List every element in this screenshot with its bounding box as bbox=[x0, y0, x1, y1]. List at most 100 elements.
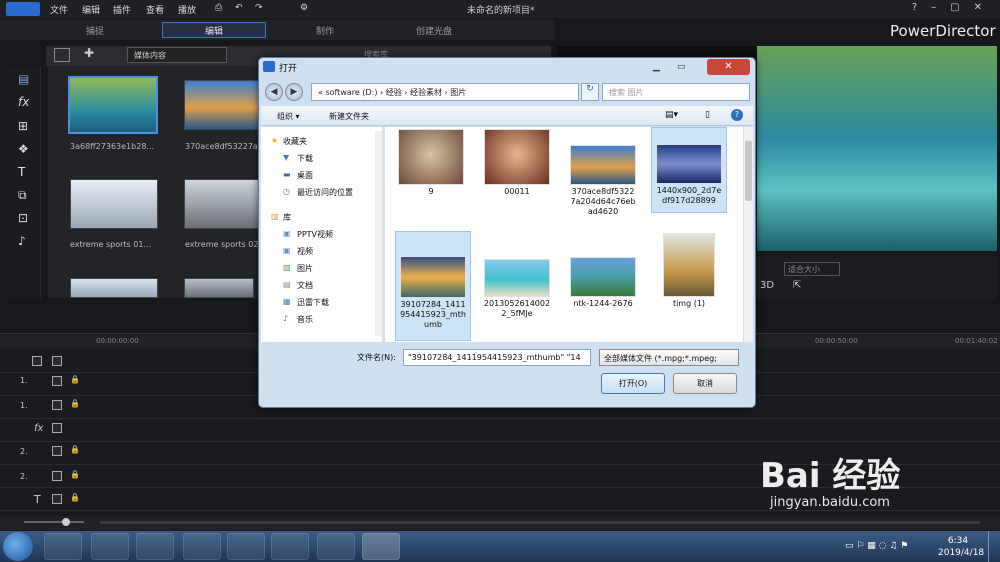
track-checkbox[interactable] bbox=[52, 423, 62, 433]
lock-icon[interactable]: 🔒 bbox=[70, 470, 80, 479]
zoom-slider-handle[interactable] bbox=[62, 518, 70, 526]
maximize-icon[interactable]: ▭ bbox=[677, 62, 686, 72]
library-thumb[interactable] bbox=[70, 278, 158, 298]
nav-scrollbar[interactable] bbox=[375, 131, 382, 336]
lock-icon[interactable]: 🔒 bbox=[70, 445, 80, 454]
pip-room-icon[interactable]: ⊞ bbox=[18, 119, 28, 133]
track-checkbox[interactable] bbox=[52, 446, 62, 456]
explorer-icon[interactable] bbox=[136, 533, 174, 560]
file-item[interactable]: ntk-1244-2676 bbox=[565, 231, 641, 309]
track-row[interactable] bbox=[0, 419, 1000, 442]
track-checkbox[interactable] bbox=[52, 471, 62, 481]
organize-button[interactable]: 组织 ▾ bbox=[277, 111, 300, 122]
plugin-icon[interactable]: ✚ bbox=[84, 46, 94, 60]
tab-produce[interactable]: 制作 bbox=[316, 24, 334, 37]
fx-room-icon[interactable]: fx bbox=[18, 95, 29, 109]
nav-item-desktop[interactable]: 桌面 bbox=[297, 170, 313, 181]
nav-favorites[interactable]: 收藏夹 bbox=[283, 136, 307, 147]
taskbar-app-icon[interactable] bbox=[44, 533, 82, 560]
nav-item-pptv[interactable]: PPTV视频 bbox=[297, 229, 333, 240]
filetype-select[interactable]: 全部媒体文件 (*.mpg;*.mpeg; bbox=[599, 349, 739, 366]
nav-item-pictures[interactable]: 图片 bbox=[297, 263, 313, 274]
nav-item-recent[interactable]: 最近访问的位置 bbox=[297, 187, 353, 198]
window-controls[interactable]: ?–▢✕ bbox=[912, 2, 996, 13]
mode-3d-button[interactable]: 3D bbox=[760, 280, 774, 291]
qq-icon[interactable] bbox=[91, 533, 129, 560]
forward-icon[interactable]: ▶ bbox=[285, 83, 303, 101]
media-room-icon[interactable]: ▤ bbox=[18, 72, 29, 86]
save-icon[interactable]: ⎙ bbox=[215, 3, 222, 13]
nav-item-music[interactable]: 音乐 bbox=[297, 314, 313, 325]
nav-item-thunder[interactable]: 迅雷下载 bbox=[297, 297, 329, 308]
import-icon[interactable] bbox=[54, 48, 70, 62]
tab-edit[interactable]: 编辑 bbox=[205, 24, 223, 37]
new-folder-button[interactable]: 新建文件夹 bbox=[329, 111, 369, 122]
nav-item-documents[interactable]: 文档 bbox=[297, 280, 313, 291]
library-thumb[interactable] bbox=[184, 278, 254, 298]
open-button[interactable]: 打开(O) bbox=[601, 373, 665, 394]
help-icon[interactable]: ? bbox=[731, 109, 743, 121]
firefox-icon[interactable] bbox=[183, 533, 221, 560]
undock-icon[interactable]: ⇱ bbox=[793, 280, 801, 291]
mic-icon[interactable]: ♪ bbox=[18, 234, 26, 248]
track-checkbox[interactable] bbox=[52, 356, 62, 366]
transition-room-icon[interactable]: ⧉ bbox=[18, 188, 27, 203]
file-item-selected[interactable]: 39107284_1411 954415923_mth umb bbox=[395, 231, 471, 341]
search-input[interactable]: 搜索 图片 bbox=[602, 83, 750, 101]
fit-size-dropdown[interactable]: 适合大小 bbox=[784, 262, 840, 276]
taskbar-app-icon[interactable] bbox=[271, 533, 309, 560]
particle-room-icon[interactable]: ❖ bbox=[18, 142, 29, 156]
file-item[interactable]: 9 bbox=[393, 127, 469, 197]
title-room-icon[interactable]: T bbox=[18, 165, 25, 179]
menu-edit[interactable]: 编辑 bbox=[82, 3, 100, 16]
minimize-icon[interactable]: ▁ bbox=[653, 62, 660, 72]
lock-icon[interactable]: 🔒 bbox=[70, 375, 80, 384]
filename-input[interactable]: "39107284_1411954415923_mthumb" "14 bbox=[403, 349, 591, 366]
library-thumb[interactable] bbox=[70, 179, 158, 229]
back-icon[interactable]: ◀ bbox=[265, 83, 283, 101]
menu-play[interactable]: 播放 bbox=[178, 3, 196, 16]
menu-file[interactable]: 文件 bbox=[50, 3, 68, 16]
file-item[interactable]: 370ace8df5322 7a204d64c76eb ad4620 bbox=[565, 127, 641, 217]
scrollbar-thumb[interactable] bbox=[745, 141, 752, 201]
nav-library[interactable]: 库 bbox=[283, 212, 291, 223]
address-bar[interactable]: « software (D:) › 经验 › 经验素材 › 图片 bbox=[311, 83, 579, 101]
nav-item-video[interactable]: 视频 bbox=[297, 246, 313, 257]
file-item-selected[interactable]: 1440x900_2d7e df917d28899 bbox=[651, 127, 727, 213]
track-checkbox[interactable] bbox=[32, 356, 42, 366]
powerdirector-taskbar-icon[interactable] bbox=[362, 533, 400, 560]
file-item[interactable]: 00011 bbox=[479, 127, 555, 197]
menu-plugins[interactable]: 插件 bbox=[113, 3, 131, 16]
app-logo-icon[interactable] bbox=[6, 2, 40, 16]
record-icon[interactable] bbox=[317, 533, 355, 560]
subtitle-room-icon[interactable]: ⊡ bbox=[18, 211, 28, 225]
track-checkbox[interactable] bbox=[52, 400, 62, 410]
show-desktop-button[interactable] bbox=[988, 531, 1000, 562]
cancel-button[interactable]: 取消 bbox=[673, 373, 737, 394]
track-checkbox[interactable] bbox=[52, 376, 62, 386]
clock[interactable]: 6:34 2019/4/18 bbox=[938, 535, 984, 559]
file-item[interactable]: timg (1) bbox=[651, 231, 727, 309]
zoom-slider[interactable] bbox=[24, 521, 84, 523]
media-app-icon[interactable] bbox=[227, 533, 265, 560]
start-button[interactable] bbox=[3, 532, 33, 561]
lock-icon[interactable]: 🔒 bbox=[70, 399, 80, 408]
undo-icon[interactable]: ↶ bbox=[235, 3, 243, 13]
lock-icon[interactable]: 🔒 bbox=[70, 493, 80, 502]
timeline-scrollbar[interactable] bbox=[100, 521, 980, 524]
redo-icon[interactable]: ↷ bbox=[255, 3, 263, 13]
view-options-icon[interactable]: ▤▾ bbox=[665, 110, 678, 120]
tab-capture[interactable]: 捕捉 bbox=[86, 24, 104, 37]
preview-pane-icon[interactable]: ▯ bbox=[705, 110, 710, 120]
nav-item-download[interactable]: 下载 bbox=[297, 153, 313, 164]
gear-icon[interactable]: ⚙ bbox=[300, 3, 308, 13]
close-button[interactable]: ✕ bbox=[707, 59, 750, 75]
file-list-scrollbar[interactable] bbox=[743, 127, 753, 342]
tab-create-disc[interactable]: 创建光盘 bbox=[416, 24, 452, 37]
menu-view[interactable]: 查看 bbox=[146, 3, 164, 16]
tray-icons[interactable]: ▭ ⚐ ▦ ◌ ♫ ⚑ bbox=[845, 541, 908, 551]
library-thumb[interactable] bbox=[68, 76, 158, 134]
file-item[interactable]: 2013052614002 2_5fMJe bbox=[479, 231, 555, 319]
track-checkbox[interactable] bbox=[52, 494, 62, 504]
library-dropdown[interactable]: 媒体内容 bbox=[127, 47, 227, 63]
